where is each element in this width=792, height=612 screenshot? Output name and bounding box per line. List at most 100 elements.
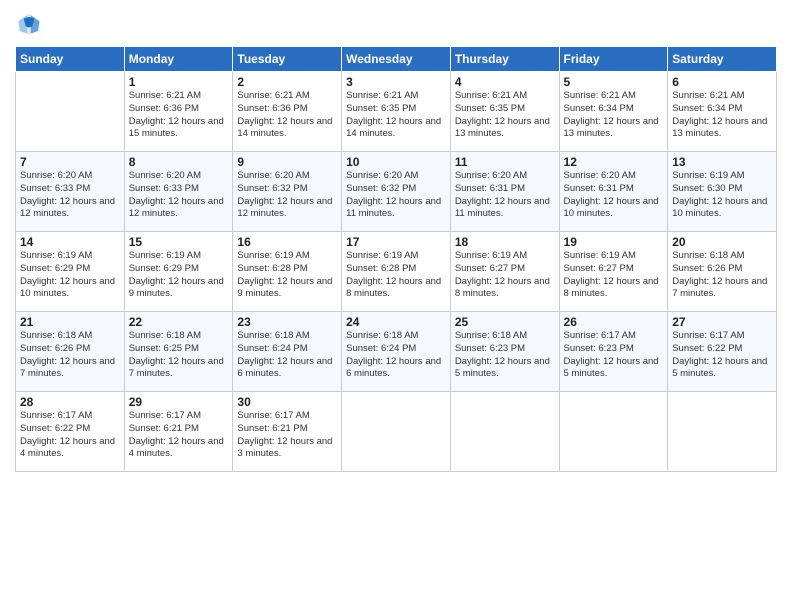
day-info: Sunrise: 6:21 AM Sunset: 6:36 PM Dayligh… bbox=[129, 90, 229, 141]
day-info: Sunrise: 6:21 AM Sunset: 6:35 PM Dayligh… bbox=[346, 90, 446, 141]
calendar-cell bbox=[16, 72, 125, 152]
calendar-cell: 5 Sunrise: 6:21 AM Sunset: 6:34 PM Dayli… bbox=[559, 72, 668, 152]
day-number: 28 bbox=[20, 395, 120, 409]
calendar-cell: 9 Sunrise: 6:20 AM Sunset: 6:32 PM Dayli… bbox=[233, 152, 342, 232]
calendar-cell: 11 Sunrise: 6:20 AM Sunset: 6:31 PM Dayl… bbox=[450, 152, 559, 232]
calendar-cell: 22 Sunrise: 6:18 AM Sunset: 6:25 PM Dayl… bbox=[124, 312, 233, 392]
calendar-cell: 25 Sunrise: 6:18 AM Sunset: 6:23 PM Dayl… bbox=[450, 312, 559, 392]
calendar-cell: 13 Sunrise: 6:19 AM Sunset: 6:30 PM Dayl… bbox=[668, 152, 777, 232]
calendar-table: SundayMondayTuesdayWednesdayThursdayFrid… bbox=[15, 46, 777, 472]
calendar-cell: 19 Sunrise: 6:19 AM Sunset: 6:27 PM Dayl… bbox=[559, 232, 668, 312]
calendar-cell: 27 Sunrise: 6:17 AM Sunset: 6:22 PM Dayl… bbox=[668, 312, 777, 392]
day-info: Sunrise: 6:18 AM Sunset: 6:24 PM Dayligh… bbox=[237, 330, 337, 381]
calendar-cell: 15 Sunrise: 6:19 AM Sunset: 6:29 PM Dayl… bbox=[124, 232, 233, 312]
calendar-cell: 20 Sunrise: 6:18 AM Sunset: 6:26 PM Dayl… bbox=[668, 232, 777, 312]
calendar-cell: 3 Sunrise: 6:21 AM Sunset: 6:35 PM Dayli… bbox=[342, 72, 451, 152]
day-number: 16 bbox=[237, 235, 337, 249]
day-info: Sunrise: 6:20 AM Sunset: 6:33 PM Dayligh… bbox=[129, 170, 229, 221]
day-number: 14 bbox=[20, 235, 120, 249]
day-number: 5 bbox=[564, 75, 664, 89]
calendar-cell: 24 Sunrise: 6:18 AM Sunset: 6:24 PM Dayl… bbox=[342, 312, 451, 392]
calendar-cell: 23 Sunrise: 6:18 AM Sunset: 6:24 PM Dayl… bbox=[233, 312, 342, 392]
day-number: 30 bbox=[237, 395, 337, 409]
day-number: 11 bbox=[455, 155, 555, 169]
calendar-cell: 18 Sunrise: 6:19 AM Sunset: 6:27 PM Dayl… bbox=[450, 232, 559, 312]
calendar-cell: 10 Sunrise: 6:20 AM Sunset: 6:32 PM Dayl… bbox=[342, 152, 451, 232]
day-number: 13 bbox=[672, 155, 772, 169]
calendar-day-header: Tuesday bbox=[233, 47, 342, 72]
calendar-week-row: 14 Sunrise: 6:19 AM Sunset: 6:29 PM Dayl… bbox=[16, 232, 777, 312]
day-number: 10 bbox=[346, 155, 446, 169]
calendar-cell: 21 Sunrise: 6:18 AM Sunset: 6:26 PM Dayl… bbox=[16, 312, 125, 392]
calendar-cell: 8 Sunrise: 6:20 AM Sunset: 6:33 PM Dayli… bbox=[124, 152, 233, 232]
calendar-day-header: Friday bbox=[559, 47, 668, 72]
calendar-day-header: Monday bbox=[124, 47, 233, 72]
day-info: Sunrise: 6:17 AM Sunset: 6:22 PM Dayligh… bbox=[20, 410, 120, 461]
day-info: Sunrise: 6:17 AM Sunset: 6:23 PM Dayligh… bbox=[564, 330, 664, 381]
calendar-cell: 29 Sunrise: 6:17 AM Sunset: 6:21 PM Dayl… bbox=[124, 392, 233, 472]
calendar-week-row: 7 Sunrise: 6:20 AM Sunset: 6:33 PM Dayli… bbox=[16, 152, 777, 232]
day-number: 24 bbox=[346, 315, 446, 329]
day-info: Sunrise: 6:18 AM Sunset: 6:26 PM Dayligh… bbox=[672, 250, 772, 301]
calendar-day-header: Wednesday bbox=[342, 47, 451, 72]
day-info: Sunrise: 6:18 AM Sunset: 6:26 PM Dayligh… bbox=[20, 330, 120, 381]
day-info: Sunrise: 6:21 AM Sunset: 6:35 PM Dayligh… bbox=[455, 90, 555, 141]
day-number: 4 bbox=[455, 75, 555, 89]
day-number: 19 bbox=[564, 235, 664, 249]
day-number: 1 bbox=[129, 75, 229, 89]
day-number: 2 bbox=[237, 75, 337, 89]
day-info: Sunrise: 6:17 AM Sunset: 6:22 PM Dayligh… bbox=[672, 330, 772, 381]
calendar-cell: 12 Sunrise: 6:20 AM Sunset: 6:31 PM Dayl… bbox=[559, 152, 668, 232]
day-number: 18 bbox=[455, 235, 555, 249]
calendar-cell bbox=[668, 392, 777, 472]
day-info: Sunrise: 6:18 AM Sunset: 6:24 PM Dayligh… bbox=[346, 330, 446, 381]
calendar-day-header: Thursday bbox=[450, 47, 559, 72]
day-info: Sunrise: 6:19 AM Sunset: 6:28 PM Dayligh… bbox=[346, 250, 446, 301]
page-header bbox=[15, 10, 777, 38]
day-number: 17 bbox=[346, 235, 446, 249]
day-info: Sunrise: 6:20 AM Sunset: 6:31 PM Dayligh… bbox=[564, 170, 664, 221]
day-number: 12 bbox=[564, 155, 664, 169]
day-info: Sunrise: 6:19 AM Sunset: 6:30 PM Dayligh… bbox=[672, 170, 772, 221]
calendar-week-row: 28 Sunrise: 6:17 AM Sunset: 6:22 PM Dayl… bbox=[16, 392, 777, 472]
day-number: 27 bbox=[672, 315, 772, 329]
calendar-cell: 4 Sunrise: 6:21 AM Sunset: 6:35 PM Dayli… bbox=[450, 72, 559, 152]
day-number: 7 bbox=[20, 155, 120, 169]
calendar-day-header: Sunday bbox=[16, 47, 125, 72]
day-info: Sunrise: 6:19 AM Sunset: 6:29 PM Dayligh… bbox=[20, 250, 120, 301]
day-info: Sunrise: 6:19 AM Sunset: 6:27 PM Dayligh… bbox=[455, 250, 555, 301]
logo bbox=[15, 10, 47, 38]
day-info: Sunrise: 6:20 AM Sunset: 6:32 PM Dayligh… bbox=[237, 170, 337, 221]
day-number: 9 bbox=[237, 155, 337, 169]
calendar-cell: 30 Sunrise: 6:17 AM Sunset: 6:21 PM Dayl… bbox=[233, 392, 342, 472]
calendar-cell: 14 Sunrise: 6:19 AM Sunset: 6:29 PM Dayl… bbox=[16, 232, 125, 312]
day-number: 29 bbox=[129, 395, 229, 409]
day-info: Sunrise: 6:19 AM Sunset: 6:28 PM Dayligh… bbox=[237, 250, 337, 301]
day-number: 25 bbox=[455, 315, 555, 329]
calendar-cell: 2 Sunrise: 6:21 AM Sunset: 6:36 PM Dayli… bbox=[233, 72, 342, 152]
day-number: 23 bbox=[237, 315, 337, 329]
day-info: Sunrise: 6:21 AM Sunset: 6:34 PM Dayligh… bbox=[672, 90, 772, 141]
day-number: 21 bbox=[20, 315, 120, 329]
day-info: Sunrise: 6:20 AM Sunset: 6:32 PM Dayligh… bbox=[346, 170, 446, 221]
calendar-cell bbox=[342, 392, 451, 472]
calendar-cell: 26 Sunrise: 6:17 AM Sunset: 6:23 PM Dayl… bbox=[559, 312, 668, 392]
day-number: 3 bbox=[346, 75, 446, 89]
calendar-cell: 17 Sunrise: 6:19 AM Sunset: 6:28 PM Dayl… bbox=[342, 232, 451, 312]
day-number: 6 bbox=[672, 75, 772, 89]
calendar-cell: 7 Sunrise: 6:20 AM Sunset: 6:33 PM Dayli… bbox=[16, 152, 125, 232]
day-number: 26 bbox=[564, 315, 664, 329]
logo-icon bbox=[15, 10, 43, 38]
day-number: 8 bbox=[129, 155, 229, 169]
day-info: Sunrise: 6:17 AM Sunset: 6:21 PM Dayligh… bbox=[129, 410, 229, 461]
day-info: Sunrise: 6:17 AM Sunset: 6:21 PM Dayligh… bbox=[237, 410, 337, 461]
day-info: Sunrise: 6:19 AM Sunset: 6:29 PM Dayligh… bbox=[129, 250, 229, 301]
calendar-week-row: 1 Sunrise: 6:21 AM Sunset: 6:36 PM Dayli… bbox=[16, 72, 777, 152]
calendar-cell: 1 Sunrise: 6:21 AM Sunset: 6:36 PM Dayli… bbox=[124, 72, 233, 152]
calendar-week-row: 21 Sunrise: 6:18 AM Sunset: 6:26 PM Dayl… bbox=[16, 312, 777, 392]
day-info: Sunrise: 6:18 AM Sunset: 6:25 PM Dayligh… bbox=[129, 330, 229, 381]
calendar-cell: 16 Sunrise: 6:19 AM Sunset: 6:28 PM Dayl… bbox=[233, 232, 342, 312]
day-info: Sunrise: 6:18 AM Sunset: 6:23 PM Dayligh… bbox=[455, 330, 555, 381]
calendar-cell: 28 Sunrise: 6:17 AM Sunset: 6:22 PM Dayl… bbox=[16, 392, 125, 472]
calendar-day-header: Saturday bbox=[668, 47, 777, 72]
